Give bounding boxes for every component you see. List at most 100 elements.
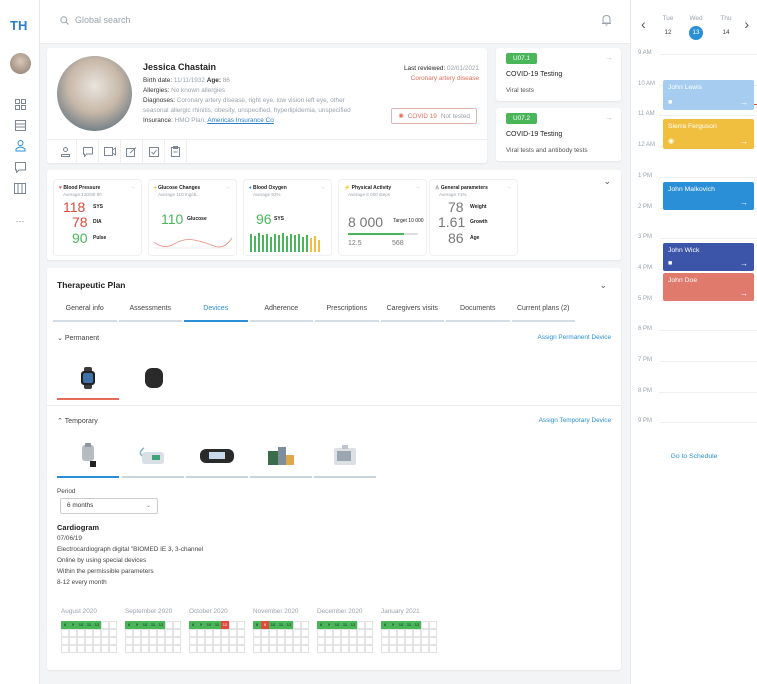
patient-diagnoses: Diagnoses: Coronary artery disease, righ… <box>143 97 345 104</box>
widget-average: Average 71% <box>439 192 467 197</box>
tab-devices[interactable]: Devices <box>184 302 248 322</box>
temporary-toggle[interactable]: ⌃ Temporary <box>57 417 98 425</box>
day-cell[interactable]: 12 <box>349 621 357 629</box>
assign-permanent-button[interactable]: Assign Permanent Device <box>537 334 611 341</box>
month-name: August 2020 <box>61 608 97 615</box>
day-cell[interactable]: 12 <box>285 621 293 629</box>
event-john-doe[interactable]: John Doe → <box>663 273 754 301</box>
day-cell[interactable]: 9 <box>197 621 205 629</box>
physical-activity-widget[interactable]: ⚡ Physical Activity Average 6 000 steps … <box>339 180 426 255</box>
day-cell[interactable]: 10 <box>397 621 405 629</box>
day-cell[interactable]: 8 <box>253 621 261 629</box>
chevron-right-icon[interactable]: › <box>744 16 749 32</box>
tab-general-info[interactable]: General info <box>53 302 117 322</box>
day-cell[interactable]: 8 <box>317 621 325 629</box>
day-cell[interactable]: 11 <box>341 621 349 629</box>
general-parameters-widget[interactable]: ♙ General parameters Average 71% → 78 We… <box>430 180 517 255</box>
day-cell[interactable]: 11 <box>213 621 221 629</box>
user-avatar[interactable] <box>10 53 31 74</box>
day-cell[interactable]: 12 <box>93 621 101 629</box>
clipboard-icon[interactable] <box>165 139 187 164</box>
tab-prescriptions[interactable]: Prescriptions <box>315 302 379 322</box>
tab-caregivers-visits[interactable]: Caregivers visits <box>380 302 444 322</box>
tab-adherence[interactable]: Adherence <box>249 302 313 322</box>
day-cell[interactable]: 10 <box>141 621 149 629</box>
blood-pressure-widget[interactable]: ♥ Blood Pressure Average 120/80 90 → 118… <box>54 180 141 255</box>
edit-icon[interactable] <box>121 139 143 164</box>
day-cell <box>213 637 221 645</box>
day-cell[interactable]: 11 <box>85 621 93 629</box>
tab-current-plans[interactable]: Current plans (2) <box>511 302 575 322</box>
patient-icon[interactable] <box>12 139 28 153</box>
event-john-malkovich[interactable]: John Malkovich → <box>663 182 754 210</box>
day-cell[interactable]: 10 <box>205 621 213 629</box>
period-select[interactable]: 6 months ⌄ <box>60 498 158 514</box>
event-john-lewis[interactable]: John Lewis ■ → <box>663 80 754 110</box>
day-cell[interactable]: 9 <box>69 621 77 629</box>
glucose-widget[interactable]: ♦ Glucose Changes Average 110 mg/dL → 11… <box>149 180 236 255</box>
day-cell[interactable]: 10 <box>77 621 85 629</box>
test-card-1[interactable]: U07.1 → COVID-19 Testing Viral tests <box>496 48 621 101</box>
chevron-down-icon[interactable]: ⌄ <box>603 176 611 187</box>
go-to-schedule-link[interactable]: Go to Schedule <box>631 453 757 460</box>
device-watch[interactable] <box>57 356 119 400</box>
book-icon[interactable] <box>12 181 28 195</box>
day-cell[interactable]: 10 <box>269 621 277 629</box>
permanent-toggle[interactable]: ⌄ Permanent <box>57 334 99 342</box>
day-cell[interactable]: 8 <box>189 621 197 629</box>
device-monitor[interactable] <box>186 434 248 478</box>
device-vital-monitor[interactable] <box>314 434 376 478</box>
day-cell <box>413 637 421 645</box>
day-wed[interactable]: Wed 13 <box>687 15 705 40</box>
day-cell[interactable]: 11 <box>405 621 413 629</box>
day-cell[interactable]: 9 <box>261 621 269 629</box>
day-cell[interactable]: 10 <box>333 621 341 629</box>
global-search[interactable]: Global search <box>60 15 131 25</box>
device-status-bar <box>314 476 376 478</box>
day-cell[interactable]: 11 <box>149 621 157 629</box>
day-cell[interactable]: 12 <box>157 621 165 629</box>
dashboard-icon[interactable] <box>12 97 28 111</box>
bell-icon[interactable] <box>601 14 612 26</box>
video-icon[interactable] <box>99 139 121 164</box>
event-john-wick[interactable]: John Wick ■ → <box>663 243 754 271</box>
day-cell[interactable]: 9 <box>389 621 397 629</box>
chat-icon[interactable] <box>12 160 28 174</box>
person-icon[interactable] <box>55 139 77 164</box>
chevron-down-icon[interactable]: ⌄ <box>599 280 607 291</box>
more-icon[interactable]: ··· <box>12 214 28 228</box>
day-cell <box>109 621 117 629</box>
day-cell[interactable]: 12 <box>413 621 421 629</box>
day-cell[interactable]: 9 <box>325 621 333 629</box>
device-kit[interactable] <box>250 434 312 478</box>
test-card-2[interactable]: U07.2 → COVID-19 Testing Viral tests and… <box>496 108 621 161</box>
day-cell <box>149 629 157 637</box>
tab-assessments[interactable]: Assessments <box>118 302 182 322</box>
check-icon[interactable] <box>143 139 165 164</box>
message-icon[interactable] <box>77 139 99 164</box>
tab-documents[interactable]: Documents <box>446 302 510 322</box>
day-cell <box>317 645 325 653</box>
day-cell[interactable]: 9 <box>133 621 141 629</box>
test-subtitle: Viral tests <box>506 87 534 94</box>
day-cell[interactable]: 8 <box>381 621 389 629</box>
covid-badge[interactable]: ✺ COVID 19 Not tested <box>391 108 477 124</box>
day-cell[interactable]: 11 <box>277 621 285 629</box>
virus-icon: ✺ <box>398 113 404 120</box>
event-sierra-ferguson[interactable]: Sierra Ferguson ◉ → <box>663 119 754 149</box>
day-cell[interactable]: 8 <box>61 621 69 629</box>
insurance-link[interactable]: Americas Insurance Co <box>207 117 273 124</box>
device-cpap[interactable] <box>122 434 184 478</box>
day-tue[interactable]: Tue 12 <box>659 15 677 40</box>
list-icon[interactable] <box>12 118 28 132</box>
assign-temporary-button[interactable]: Assign Temporary Device <box>539 417 611 424</box>
blood-oxygen-widget[interactable]: ♦ Blood Oxygen Average 92% → 96 SYS <box>244 180 331 255</box>
chevron-left-icon[interactable]: ‹ <box>641 16 646 32</box>
day-cell[interactable]: 8 <box>125 621 133 629</box>
day-thu[interactable]: Thu 14 <box>717 15 735 40</box>
cardiogram-date: 07/06/19 <box>57 535 82 542</box>
device-nebulizer[interactable] <box>57 434 119 478</box>
device-speaker[interactable] <box>123 356 185 400</box>
day-cell[interactable]: 12 <box>221 621 229 629</box>
day-cell <box>237 629 245 637</box>
